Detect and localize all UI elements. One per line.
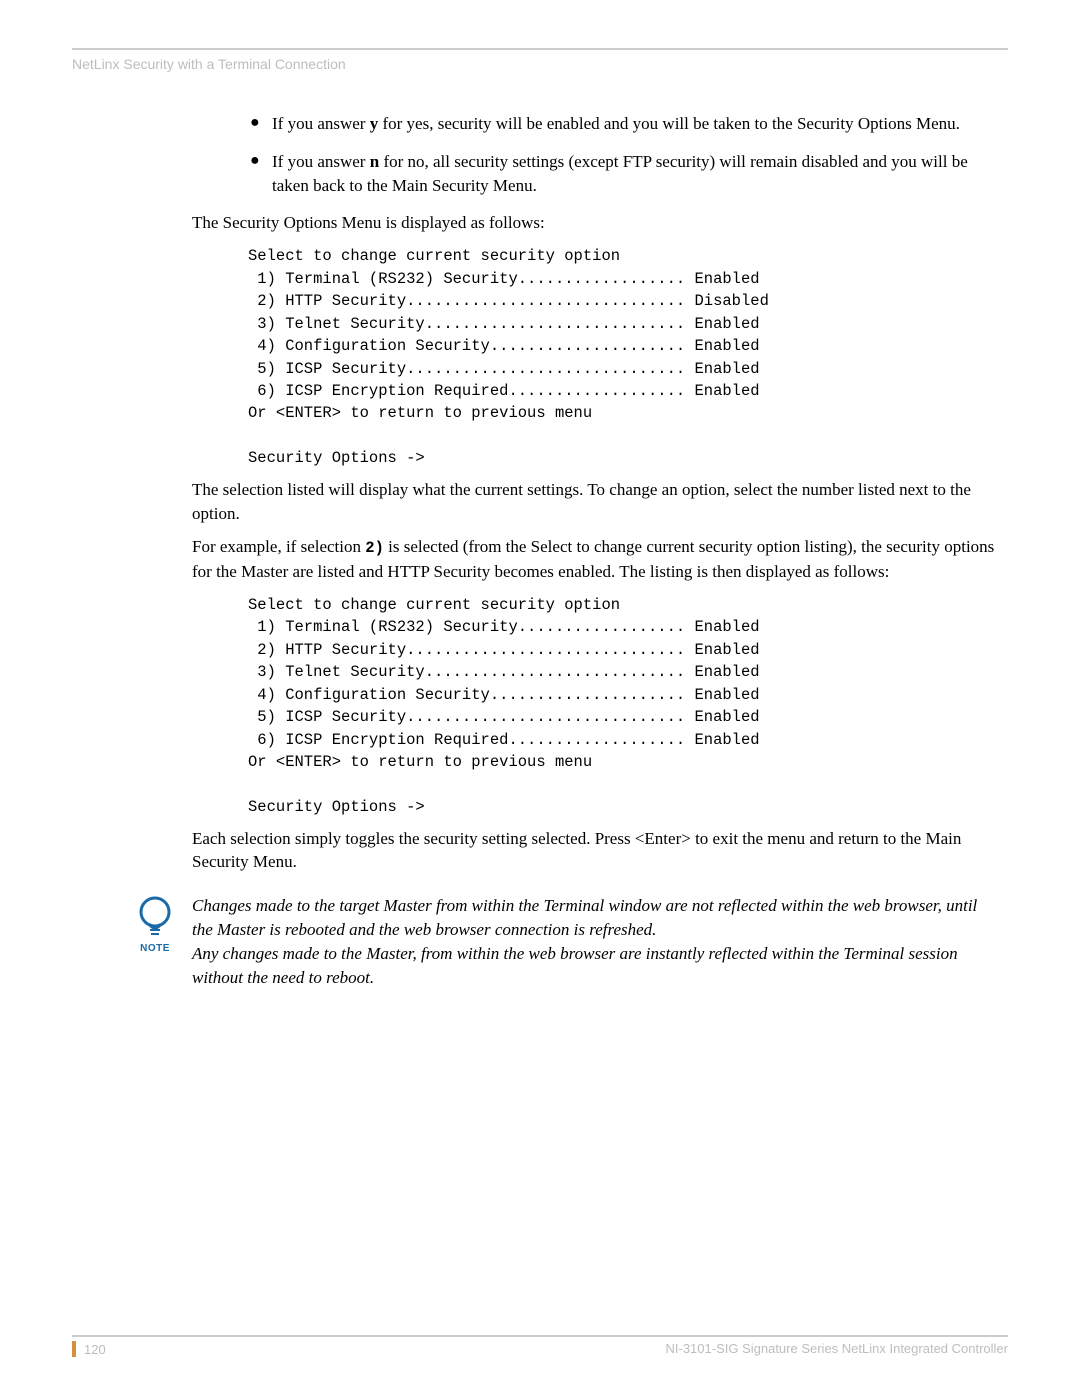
note-line2: Any changes made to the Master, from wit… [192, 942, 998, 990]
para-toggle-explain: Each selection simply toggles the securi… [192, 827, 998, 875]
footer-row: 120 NI-3101-SIG Signature Series NetLinx… [72, 1341, 1008, 1357]
bullet-text: If you answer y for yes, security will b… [272, 112, 998, 136]
para-example-prefix: For example, if selection [192, 537, 365, 556]
bullet-key: y [370, 114, 379, 133]
bullet-item: ● If you answer n for no, all security s… [192, 150, 998, 198]
page: NetLinx Security with a Terminal Connect… [0, 0, 1080, 1397]
body-content: ● If you answer y for yes, security will… [192, 112, 998, 989]
bullet-text: If you answer n for no, all security set… [272, 150, 998, 198]
para-selection-explain: The selection listed will display what t… [192, 478, 998, 526]
header-title: NetLinx Security with a Terminal Connect… [72, 56, 1008, 72]
footer-page: 120 [72, 1341, 106, 1357]
bullet-list: ● If you answer y for yes, security will… [192, 112, 998, 197]
para-example: For example, if selection 2) is selected… [192, 535, 998, 583]
footer-page-number: 120 [84, 1342, 106, 1357]
para-intro-menu: The Security Options Menu is displayed a… [192, 211, 998, 235]
note-line1: Changes made to the target Master from w… [192, 894, 998, 942]
footer-doc-title: NI-3101-SIG Signature Series NetLinx Int… [665, 1341, 1008, 1357]
para-example-code: 2) [365, 539, 384, 557]
note-label: NOTE [118, 942, 192, 956]
header-rule [72, 48, 1008, 50]
bullet-key: n [370, 152, 379, 171]
footer-rule [72, 1335, 1008, 1337]
lightbulb-icon [135, 894, 175, 940]
bullet-suffix: for yes, security will be enabled and yo… [378, 114, 960, 133]
note-icon-wrap: NOTE [118, 894, 192, 956]
bullet-item: ● If you answer y for yes, security will… [192, 112, 998, 136]
bullet-prefix: If you answer [272, 114, 370, 133]
note-block: NOTE Changes made to the target Master f… [118, 894, 998, 989]
bullet-dot-icon: ● [250, 150, 272, 198]
bullet-prefix: If you answer [272, 152, 370, 171]
footer: 120 NI-3101-SIG Signature Series NetLinx… [72, 1335, 1008, 1357]
security-options-menu-1: Select to change current security option… [248, 245, 998, 470]
note-text: Changes made to the target Master from w… [192, 894, 998, 989]
security-options-menu-2: Select to change current security option… [248, 594, 998, 819]
bullet-dot-icon: ● [250, 112, 272, 136]
footer-accent-bar [72, 1341, 76, 1357]
